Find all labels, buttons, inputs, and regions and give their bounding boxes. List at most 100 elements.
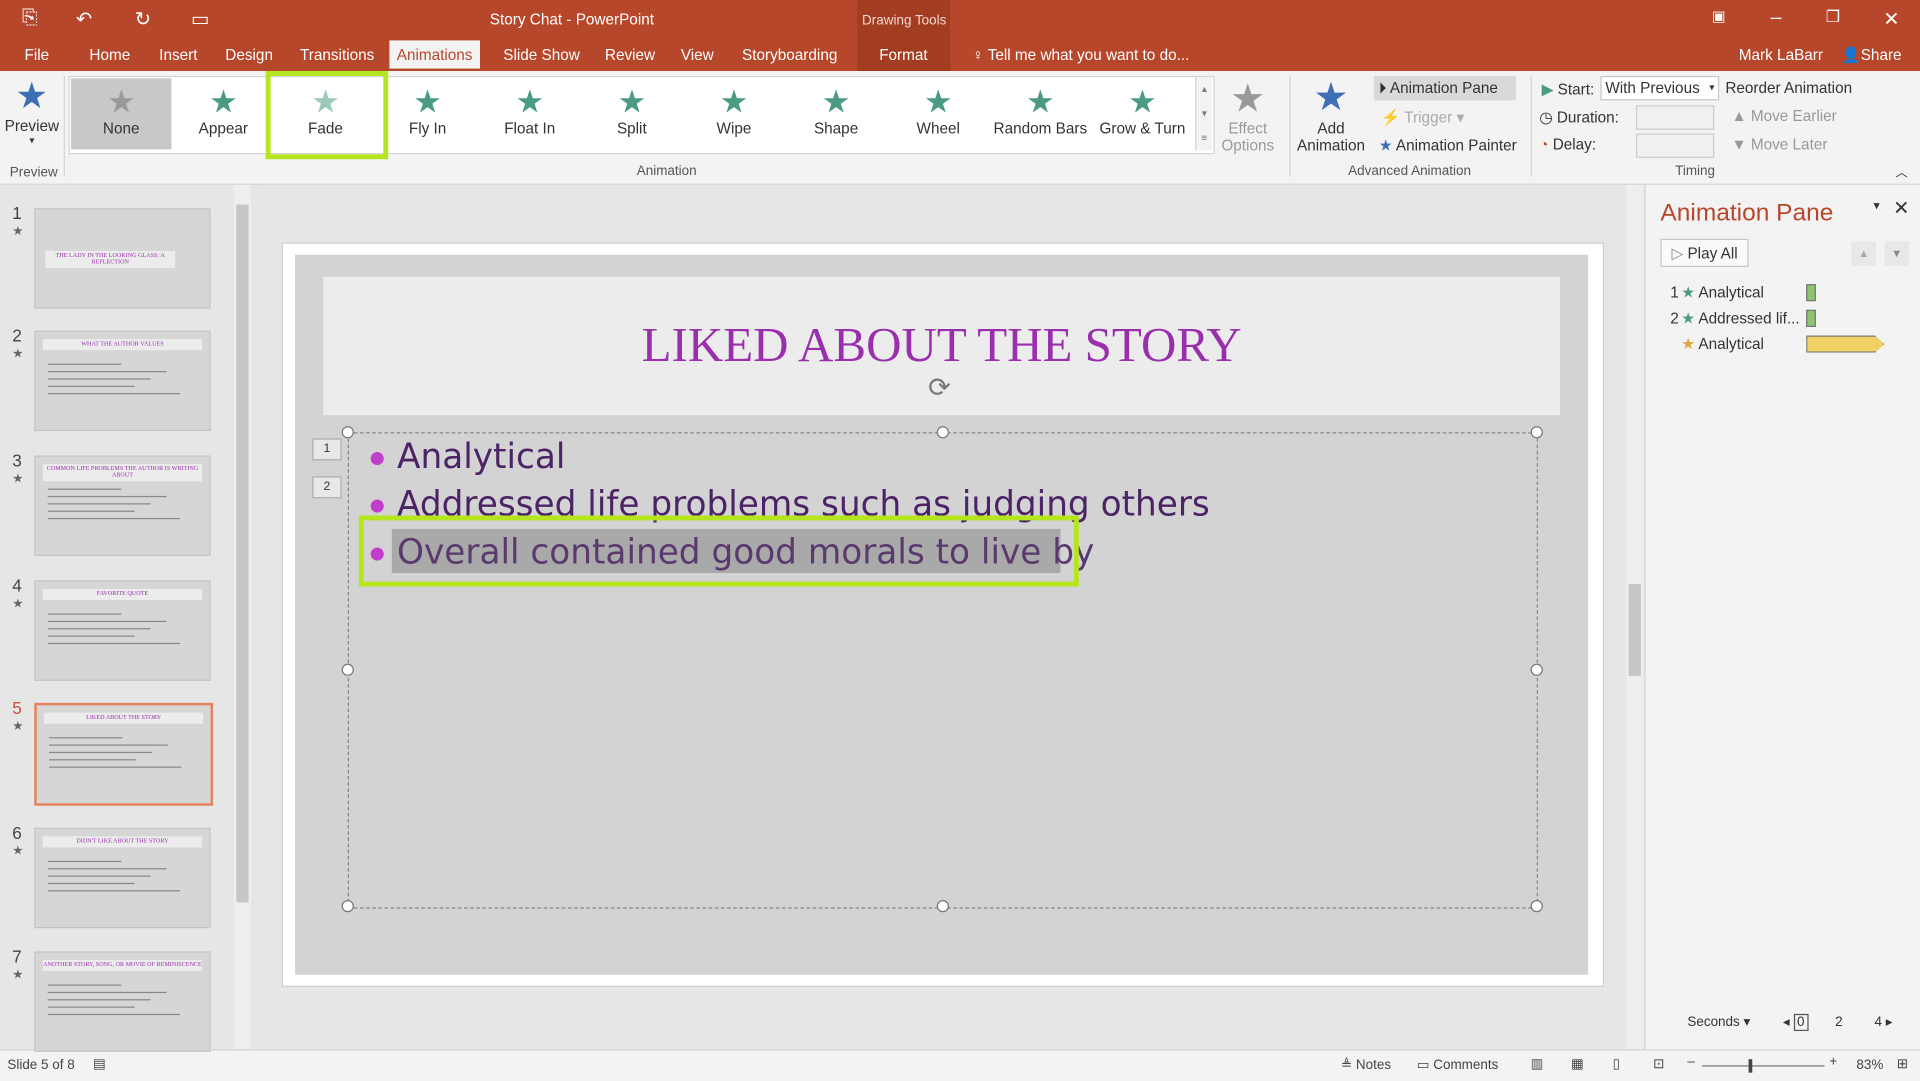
- timeline-scale[interactable]: ◂ 024 ▸: [1783, 1013, 1905, 1032]
- thumbnails-scrollbar[interactable]: [233, 184, 252, 1050]
- effect-appear[interactable]: ★ Appear: [173, 78, 273, 149]
- slide-thumbnail[interactable]: THE LADY IN THE LOOKING GLASS: A REFLECT…: [34, 208, 211, 309]
- effect-wheel[interactable]: ★ Wheel: [888, 78, 988, 149]
- animation-star-icon: ★: [12, 720, 24, 734]
- animation-pane-button[interactable]: ⏵ Animation Pane: [1373, 75, 1516, 101]
- tab-animations[interactable]: Animations: [389, 40, 480, 69]
- duration-input[interactable]: [1635, 105, 1715, 130]
- redo-icon[interactable]: ↻: [135, 7, 151, 31]
- spellcheck-icon[interactable]: ▤: [93, 1056, 106, 1072]
- effect-options-button[interactable]: ★ Effect Options: [1220, 76, 1276, 154]
- effect-fly-in[interactable]: ★ Fly In: [377, 78, 477, 149]
- slide-scrollbar[interactable]: [1626, 184, 1644, 1050]
- resize-handle[interactable]: [936, 426, 949, 439]
- save-icon[interactable]: ⎘: [22, 7, 38, 29]
- undo-icon[interactable]: ↶: [76, 7, 92, 31]
- comments-button[interactable]: ▭ Comments: [1417, 1057, 1499, 1073]
- timeline-bar[interactable]: [1806, 309, 1816, 327]
- tell-me-search[interactable]: ♀ Tell me what you want to do...: [965, 44, 1197, 66]
- trigger-button[interactable]: ⚡ Trigger ▾: [1381, 108, 1464, 128]
- preview-button[interactable]: ★ Preview ▾: [2, 76, 61, 146]
- slide-thumbnail[interactable]: DIDN'T LIKE ABOUT THE STORY: [34, 827, 211, 929]
- effect-grow-turn[interactable]: ★ Grow & Turn: [1092, 78, 1192, 149]
- move-down-icon[interactable]: ▼: [1884, 241, 1909, 266]
- animation-star-icon: ★: [12, 472, 24, 487]
- normal-view-icon[interactable]: ▥: [1531, 1056, 1544, 1072]
- share-button[interactable]: 👤Share: [1834, 44, 1909, 67]
- pane-close-icon[interactable]: ✕: [1893, 196, 1909, 220]
- fit-slide-icon[interactable]: ⊞: [1897, 1056, 1908, 1072]
- close-icon[interactable]: ✕: [1883, 7, 1899, 31]
- zoom-out-icon[interactable]: –: [1687, 1054, 1695, 1069]
- notes-button[interactable]: ≜ Notes: [1341, 1057, 1391, 1073]
- minimize-icon[interactable]: –: [1771, 7, 1782, 29]
- lightbulb-icon: ♀: [972, 46, 988, 64]
- effect-wipe[interactable]: ★ Wipe: [684, 78, 784, 149]
- slide-thumbnail[interactable]: ANOTHER STORY, SONG, OR MOVIE OF REMINIS…: [34, 951, 211, 1052]
- star-icon: ★: [1681, 335, 1695, 353]
- effect-none[interactable]: ★ None: [71, 78, 172, 150]
- timeline-bar[interactable]: [1806, 284, 1816, 302]
- resize-handle[interactable]: [1530, 900, 1543, 913]
- rotate-handle-icon[interactable]: ⟳: [928, 372, 951, 404]
- seconds-dropdown[interactable]: Seconds ▾: [1687, 1014, 1750, 1030]
- tab-view[interactable]: View: [673, 44, 721, 66]
- slide-title[interactable]: LIKED ABOUT THE STORY: [323, 316, 1560, 374]
- play-all-button[interactable]: ▷ Play All: [1660, 238, 1749, 267]
- resize-handle[interactable]: [341, 663, 354, 676]
- slide-thumbnail[interactable]: LIKED ABOUT THE STORY: [34, 702, 214, 806]
- zoom-slider[interactable]: [1702, 1059, 1825, 1073]
- tab-insert[interactable]: Insert: [152, 44, 205, 66]
- resize-handle[interactable]: [341, 900, 354, 913]
- move-up-icon[interactable]: ▲: [1851, 241, 1876, 266]
- move-earlier-button[interactable]: ▲ Move Earlier: [1731, 108, 1836, 125]
- delay-input[interactable]: [1635, 133, 1715, 158]
- effect-split[interactable]: ★ Split: [582, 78, 682, 149]
- tab-storyboarding[interactable]: Storyboarding: [735, 44, 845, 66]
- tab-review[interactable]: Review: [598, 44, 663, 66]
- zoom-in-icon[interactable]: +: [1829, 1054, 1837, 1069]
- user-name[interactable]: Mark LaBarr: [1731, 44, 1830, 66]
- timeline-bar[interactable]: [1806, 335, 1885, 353]
- tab-slide-show[interactable]: Slide Show: [496, 44, 587, 66]
- animation-list-item[interactable]: 2 ★ Addressed lif...: [1670, 309, 1915, 327]
- slide-sorter-icon[interactable]: ▦: [1571, 1056, 1584, 1072]
- tab-transitions[interactable]: Transitions: [293, 44, 382, 66]
- delay-icon: ◔: [1539, 135, 1553, 154]
- effect-float-in[interactable]: ★ Float In: [480, 78, 580, 149]
- pane-options-icon[interactable]: ▾: [1873, 200, 1879, 213]
- zoom-level[interactable]: 83%: [1856, 1058, 1883, 1073]
- tab-format[interactable]: Format: [872, 44, 935, 66]
- animation-painter-button[interactable]: ★ Animation Painter: [1379, 136, 1517, 154]
- slide-thumbnail[interactable]: WHAT THE AUTHOR VALUES: [34, 330, 211, 432]
- status-bar: Slide 5 of 8 ▤ ≜ Notes ▭ Comments ▥ ▦ ▯ …: [0, 1049, 1920, 1081]
- slide-thumbnail[interactable]: FAVORITE QUOTE: [34, 580, 211, 681]
- effect-fade[interactable]: ★ Fade: [275, 78, 375, 149]
- reading-view-icon[interactable]: ▯: [1613, 1056, 1620, 1072]
- clock-icon: ◷: [1539, 108, 1557, 127]
- start-from-beginning-icon[interactable]: ▭: [191, 7, 210, 31]
- resize-handle[interactable]: [341, 426, 354, 439]
- slideshow-icon[interactable]: ⊡: [1653, 1056, 1664, 1072]
- effect-random-bars[interactable]: ★ Random Bars: [990, 78, 1090, 149]
- tab-design[interactable]: Design: [218, 44, 280, 66]
- slide-thumbnail[interactable]: COMMON LIFE PROBLEMS THE AUTHOR IS WRITI…: [34, 455, 211, 556]
- resize-handle[interactable]: [1530, 663, 1543, 676]
- resize-handle[interactable]: [1530, 426, 1543, 439]
- bullet-item[interactable]: ● Analytical: [370, 436, 566, 476]
- ribbon-display-icon[interactable]: ▣: [1712, 7, 1726, 24]
- animation-list-item[interactable]: 1 ★ Analytical: [1670, 283, 1915, 301]
- animation-tag[interactable]: 2: [312, 476, 342, 499]
- tab-home[interactable]: Home: [82, 44, 138, 66]
- add-animation-button[interactable]: ★ Add Animation: [1293, 73, 1369, 155]
- start-dropdown[interactable]: With Previous ▾: [1600, 75, 1720, 101]
- resize-handle[interactable]: [936, 900, 949, 913]
- gallery-scroll[interactable]: ▴ ▾ ≡: [1195, 77, 1213, 151]
- maximize-icon[interactable]: ❐: [1826, 7, 1840, 27]
- effect-shape[interactable]: ★ Shape: [786, 78, 886, 149]
- move-later-button[interactable]: ▼ Move Later: [1731, 136, 1827, 153]
- person-icon: 👤: [1841, 46, 1861, 64]
- tab-file[interactable]: File: [17, 44, 56, 66]
- animation-tag[interactable]: 1: [312, 438, 342, 461]
- collapse-ribbon-icon[interactable]: ︿: [1896, 162, 1908, 180]
